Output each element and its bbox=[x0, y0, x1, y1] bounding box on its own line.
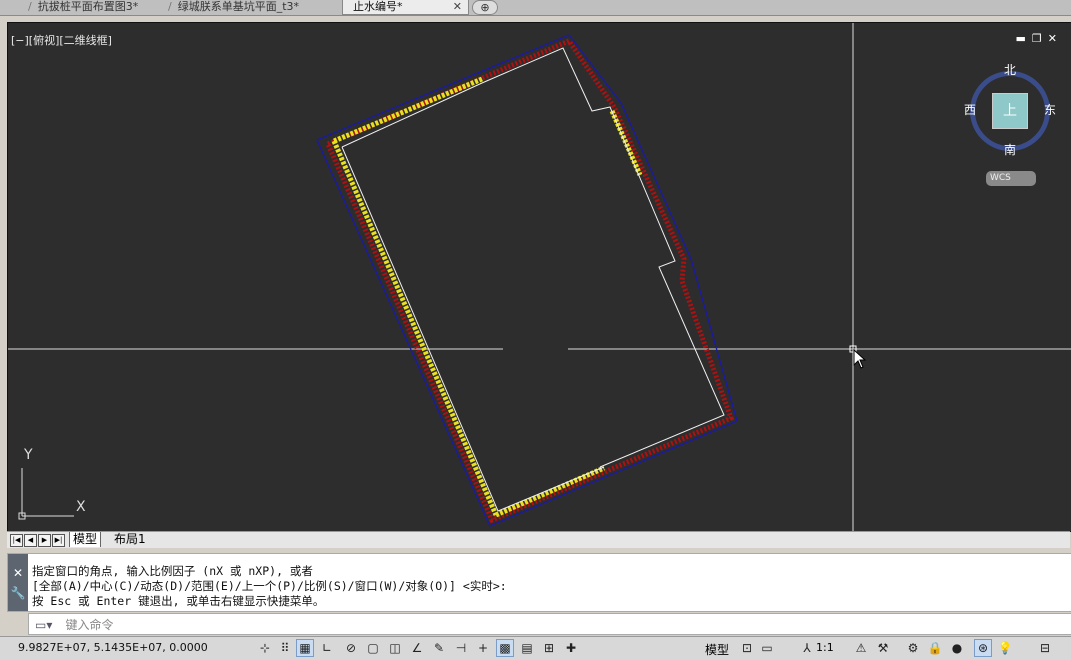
layout-tab-bar: |◀ ◀ ▶ ▶| 模型 布局1 bbox=[7, 531, 1070, 548]
tab-label: 抗拔桩平面布置图3* bbox=[37, 0, 139, 13]
quick-view-drawings-icon[interactable]: ▭ bbox=[758, 639, 776, 657]
tab-pile-layout[interactable]: / 抗拔桩平面布置图3* bbox=[28, 0, 156, 14]
compass-south[interactable]: 南 bbox=[1004, 141, 1016, 158]
polar-tracking-icon[interactable]: ⊘ bbox=[342, 639, 360, 657]
ucs-x-label: X bbox=[76, 499, 86, 515]
compass-north[interactable]: 北 bbox=[1004, 61, 1016, 78]
new-tab-icon[interactable]: ⊕ bbox=[472, 0, 498, 15]
next-layout-icon[interactable]: ▶ bbox=[38, 534, 51, 547]
gizmo-icon[interactable]: ✚ bbox=[562, 639, 580, 657]
tab-waterstop-numbering[interactable]: 止水编号* ✕ bbox=[342, 0, 469, 15]
ucs-y-label: Y bbox=[24, 447, 33, 463]
command-input[interactable]: ▭▾ 键入命令 bbox=[28, 613, 1071, 635]
annotation-visibility-icon[interactable]: ⚠ bbox=[852, 639, 870, 657]
lightbulb-icon[interactable]: 💡 bbox=[996, 639, 1014, 657]
tab-model[interactable]: 模型 bbox=[69, 532, 102, 547]
viewcube-top-face[interactable]: 上 bbox=[992, 93, 1028, 129]
tab-layout1[interactable]: 布局1 bbox=[111, 532, 149, 547]
ucs-menu-button[interactable]: WCS bbox=[986, 171, 1036, 186]
waterstop-hatch-north bbox=[333, 76, 483, 144]
object-snap-icon[interactable]: ∠ bbox=[408, 639, 426, 657]
snap-mode-icon[interactable]: ⠿ bbox=[276, 639, 294, 657]
drawing-viewport[interactable]: [−][俯视][二维线框] ▬❐✕ Y X 上 北 南 西 东 WCS bbox=[7, 22, 1071, 532]
object-snap-tracking-icon[interactable]: ◫ bbox=[386, 639, 404, 657]
clean-screen-icon[interactable]: ⊟ bbox=[1036, 639, 1054, 657]
mouse-cursor-icon bbox=[853, 349, 867, 369]
tab-label: 止水编号* bbox=[353, 0, 403, 13]
annotation-scale-value[interactable]: 1:1 bbox=[816, 641, 834, 654]
inner-excavation-line bbox=[341, 47, 725, 468]
grid-display-icon[interactable]: ▦ bbox=[296, 639, 314, 657]
compass-west[interactable]: 西 bbox=[964, 101, 976, 118]
command-line: 指定窗口的角点, 输入比例因子 (nX 或 nXP), 或者 bbox=[32, 564, 313, 578]
prev-layout-icon[interactable]: ◀ bbox=[24, 534, 37, 547]
command-history-text: 指定窗口的角点, 输入比例因子 (nX 或 nXP), 或者 [全部(A)/中心(… bbox=[32, 564, 507, 609]
customize-wrench-icon[interactable]: 🔧 bbox=[8, 586, 28, 600]
dynamic-input-icon[interactable]: ⊣ bbox=[452, 639, 470, 657]
waterstop-hatch-west bbox=[331, 140, 499, 516]
workspace-switch-icon[interactable]: ⚙ bbox=[904, 639, 922, 657]
command-placeholder: 键入命令 bbox=[65, 618, 114, 632]
close-tab-icon[interactable]: ✕ bbox=[453, 0, 462, 14]
command-line: 按 Esc 或 Enter 键退出, 或单击右键显示快捷菜单。 bbox=[32, 594, 325, 608]
compass-east[interactable]: 东 bbox=[1044, 101, 1056, 118]
command-line: [全部(A)/中心(C)/动态(D)/范围(E)/上一个(P)/比例(S)/窗口… bbox=[32, 579, 507, 593]
annotation-scale-icon[interactable]: ⅄ bbox=[798, 639, 816, 657]
3d-osnap-icon[interactable]: ⊞ bbox=[540, 639, 558, 657]
command-prompt-icon[interactable]: ▭▾ bbox=[35, 618, 52, 632]
waterstop-hatch-south bbox=[495, 465, 605, 518]
auto-scale-icon[interactable]: ⚒ bbox=[874, 639, 892, 657]
last-layout-icon[interactable]: ▶| bbox=[52, 534, 65, 547]
model-space-button[interactable]: 模型 bbox=[705, 641, 729, 658]
command-panel-sidebar: ✕ 🔧 bbox=[8, 554, 28, 611]
transparency-icon[interactable]: ▩ bbox=[496, 639, 514, 657]
ortho-mode-icon[interactable]: ∟ bbox=[318, 639, 336, 657]
first-layout-icon[interactable]: |◀ bbox=[10, 534, 23, 547]
command-history-panel: ✕ 🔧 指定窗口的角点, 输入比例因子 (nX 或 nXP), 或者 [全部(A)… bbox=[7, 553, 1071, 612]
tab-label: 绿城朕系单基坑平面_t3* bbox=[177, 0, 300, 13]
infer-constraints-icon[interactable]: ⊹ bbox=[256, 639, 274, 657]
close-command-icon[interactable]: ✕ bbox=[8, 566, 28, 580]
hardware-acceleration-icon[interactable]: ● bbox=[948, 639, 966, 657]
lineweight-icon[interactable]: + bbox=[474, 639, 492, 657]
pile-row bbox=[325, 37, 735, 524]
document-tab-bar: / 抗拔桩平面布置图3* / 绿城朕系单基坑平面_t3* 止水编号* ✕ ⊕ bbox=[0, 0, 1071, 16]
lock-ui-icon[interactable]: 🔒 bbox=[926, 639, 944, 657]
outer-boundary-line bbox=[316, 34, 738, 527]
tab-foundation-pit[interactable]: / 绿城朕系单基坑平面_t3* bbox=[168, 0, 328, 14]
quick-view-layouts-icon[interactable]: ⊡ bbox=[738, 639, 756, 657]
dynamic-ucs-icon[interactable]: ✎ bbox=[430, 639, 448, 657]
selection-cycling-icon[interactable]: ▤ bbox=[518, 639, 536, 657]
isolate-objects-icon[interactable]: ⊛ bbox=[974, 639, 992, 657]
isometric-icon[interactable]: ▢ bbox=[364, 639, 382, 657]
drawing-canvas bbox=[8, 23, 1071, 531]
status-bar: 9.9827E+07, 5.1435E+07, 0.0000 ⊹ ⠿ ▦ ∟ ⊘… bbox=[0, 636, 1071, 660]
coordinate-readout[interactable]: 9.9827E+07, 5.1435E+07, 0.0000 bbox=[18, 641, 208, 654]
